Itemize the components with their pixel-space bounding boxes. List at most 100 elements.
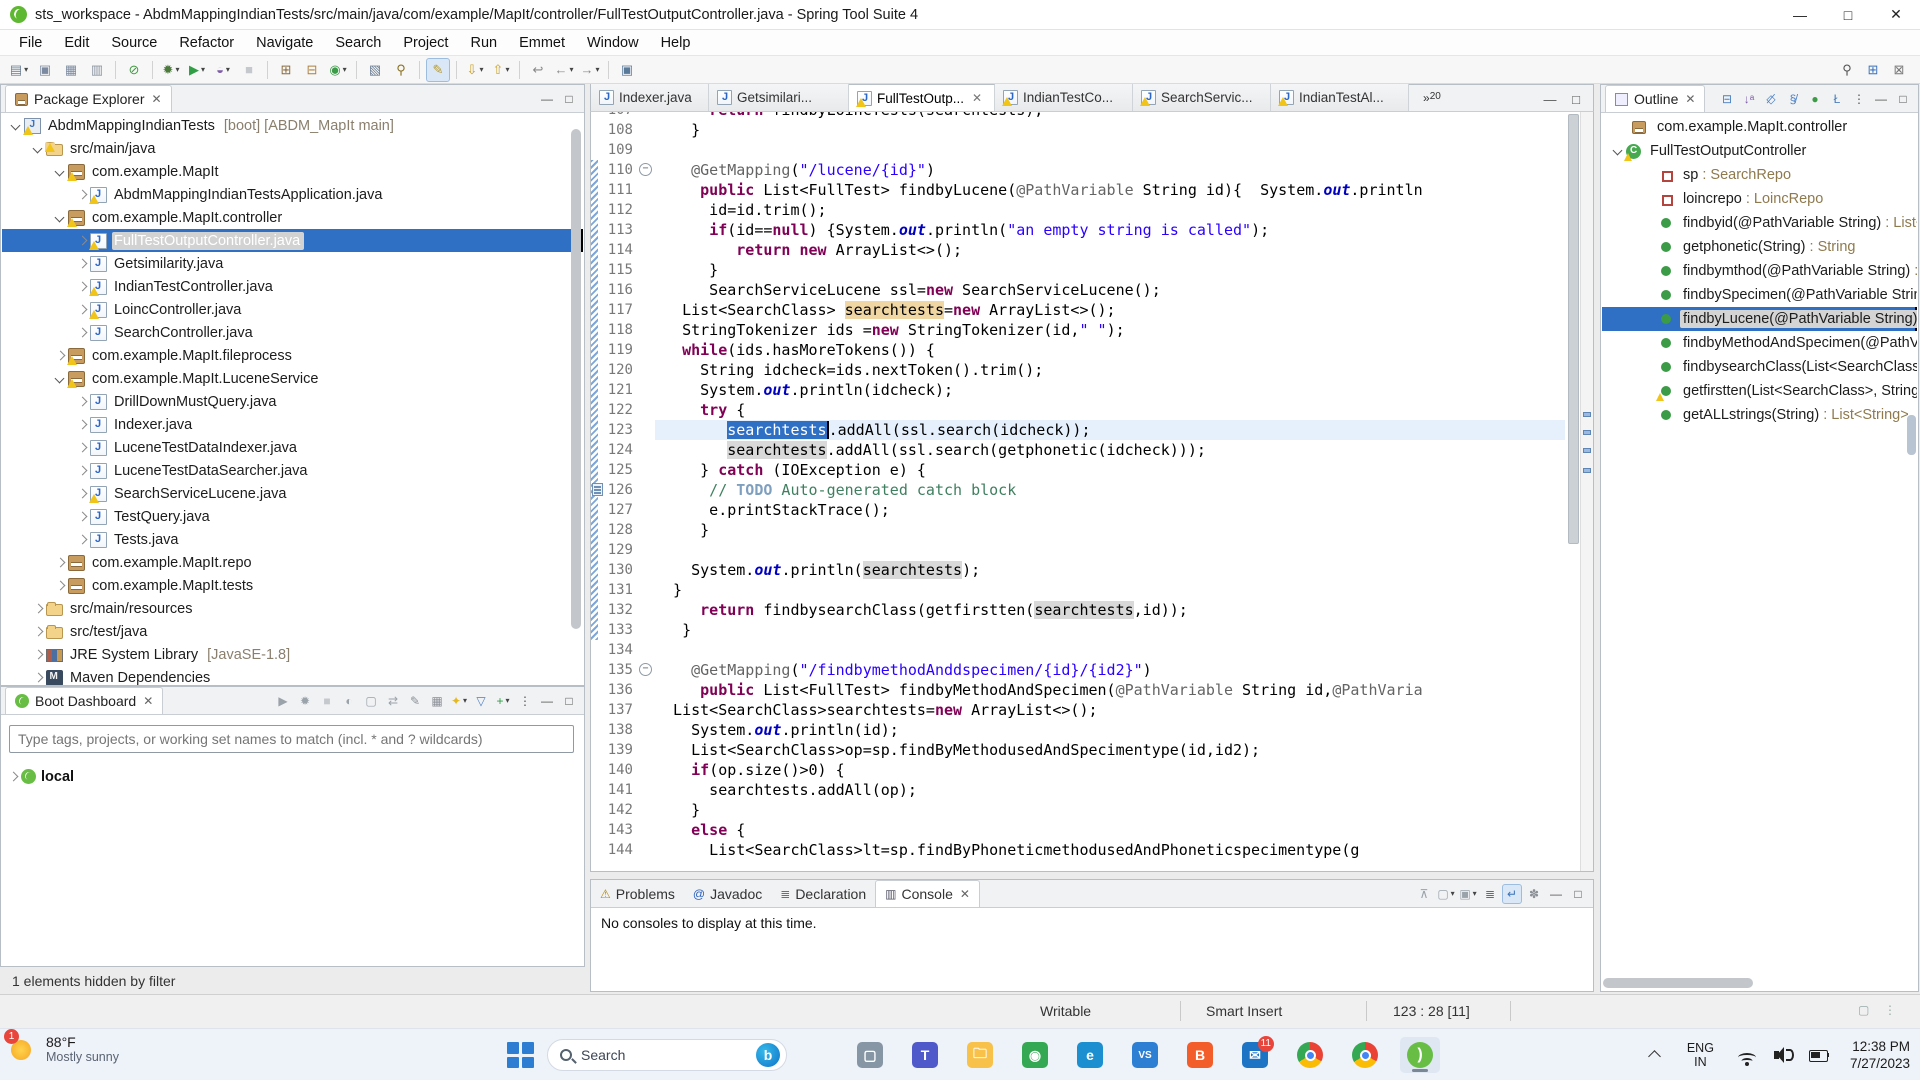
run-dd-icon[interactable]: ▶ ▾ [185, 58, 209, 82]
expander-icon[interactable] [30, 624, 46, 640]
status-bar-icon[interactable]: ⋮ [1884, 1003, 1896, 1017]
tree-item-tests-java[interactable]: Tests.java [2, 528, 583, 551]
outline-hscrollbar[interactable] [1603, 978, 1753, 988]
expander-icon[interactable] [30, 647, 46, 663]
menu-source[interactable]: Source [100, 33, 168, 53]
status-bar-icon[interactable]: ▢ [1858, 1003, 1869, 1017]
taskbar-app-brave[interactable]: B [1180, 1037, 1220, 1073]
outline-item-getfirstten[interactable]: getfirstten(List<SearchClass>, String) : [1602, 379, 1917, 403]
outline-tab[interactable]: Outline ✕ [1605, 85, 1706, 112]
pin-console-icon[interactable]: ⊼ [1414, 884, 1434, 904]
code-line-132[interactable]: 132 return findbysearchClass(getfirstten… [591, 600, 1565, 620]
collapse-all-icon[interactable]: ⊟ [1717, 89, 1737, 109]
stop-icon[interactable]: ■ [237, 58, 261, 82]
code-editor[interactable]: 107 return findbyLoincTests(searchtests)… [590, 112, 1594, 872]
prev-annotation-dd-icon[interactable]: ⇧ ▾ [489, 58, 513, 82]
menu-help[interactable]: Help [650, 33, 702, 53]
tree-item-lucenetestdataindexer-java[interactable]: LuceneTestDataIndexer.java [2, 436, 583, 459]
menu-refactor[interactable]: Refactor [168, 33, 245, 53]
battery-icon[interactable] [1808, 1044, 1830, 1066]
close-view-icon[interactable]: ✕ [143, 694, 153, 708]
code-line-107[interactable]: 107 return findbyLoincTests(searchtests)… [591, 112, 1565, 120]
new-package-icon[interactable]: ⊟ [300, 58, 324, 82]
volume-icon[interactable] [1772, 1044, 1794, 1066]
taskbar-app-photos[interactable]: ◉ [1015, 1037, 1055, 1073]
outline-item-fulltestoutputcontroller[interactable]: FullTestOutputController [1602, 139, 1917, 163]
open-perspective-icon[interactable]: ⊠ [1887, 58, 1911, 82]
close-view-icon[interactable]: ✕ [1685, 92, 1695, 106]
expander-icon[interactable] [74, 279, 90, 295]
close-button[interactable]: ✕ [1872, 0, 1920, 29]
expander-icon[interactable] [74, 256, 90, 272]
code-line-119[interactable]: 119 while(ids.hasMoreTokens()) { [591, 340, 1565, 360]
tree-item-src-main-resources[interactable]: src/main/resources [2, 597, 583, 620]
link-icon[interactable]: ⇄ [383, 691, 403, 711]
taskbar-app-file-explorer[interactable]: 🗀 [960, 1037, 1000, 1073]
editor-scrollbar[interactable] [1568, 114, 1579, 544]
outline-item-sp[interactable]: sp : SearchRepo [1602, 163, 1917, 187]
menu-emmet[interactable]: Emmet [508, 33, 576, 53]
menu-file[interactable]: File [8, 33, 53, 53]
scroll-lock-icon[interactable]: ≣ [1480, 884, 1500, 904]
stop-icon[interactable]: ■ [317, 691, 337, 711]
code-line-143[interactable]: 143 else { [591, 820, 1565, 840]
new-java-project-icon[interactable]: ⊞ [274, 58, 298, 82]
code-line-130[interactable]: 130 System.out.println(searchtests); [591, 560, 1565, 580]
tree-item-loinccontroller-java[interactable]: LoincController.java [2, 298, 583, 321]
tree-item-com-example-mapit-repo[interactable]: com.example.MapIt.repo [2, 551, 583, 574]
outline-item-findbymthod[interactable]: findbymthod(@PathVariable String) : Li [1602, 259, 1917, 283]
display-console-dd-icon[interactable]: ▢ ▾ [1436, 884, 1456, 904]
minimize-button[interactable]: — [1776, 0, 1824, 29]
save-icon[interactable]: ▣ [33, 58, 57, 82]
expander-icon[interactable] [8, 118, 24, 134]
tree-item-com-example-mapit-tests[interactable]: com.example.MapIt.tests [2, 574, 583, 597]
taskbar-app-vscode[interactable]: VS [1125, 1037, 1165, 1073]
outline-item-findbymethodandspecimen[interactable]: findbyMethodAndSpecimen(@PathVa [1602, 331, 1917, 355]
close-tab-icon[interactable]: ✕ [960, 887, 970, 901]
code-line-126[interactable]: 126 // TODO Auto-generated catch block [591, 480, 1565, 500]
menu-edit[interactable]: Edit [53, 33, 100, 53]
boot-dashboard-tab[interactable]: Boot Dashboard ✕ [5, 687, 164, 714]
code-line-139[interactable]: 139 List<SearchClass>op=sp.findByMethodu… [591, 740, 1565, 760]
open-console-dd-icon[interactable]: ▣ ▾ [1458, 884, 1478, 904]
code-line-109[interactable]: 109 [591, 140, 1565, 160]
code-line-136[interactable]: 136 public List<FullTest> findbyMethodAn… [591, 680, 1565, 700]
taskbar-app-mail[interactable]: ✉ 11 [1235, 1036, 1275, 1073]
code-line-122[interactable]: 122 try { [591, 400, 1565, 420]
code-line-141[interactable]: 141 searchtests.addAll(op); [591, 780, 1565, 800]
last-edit-location-icon[interactable]: ↩ [526, 58, 550, 82]
boot-dashboard-filter-input[interactable]: Type tags, projects, or working set name… [9, 725, 574, 753]
code-line-113[interactable]: 113 if(id==null) {System.out.println("an… [591, 220, 1565, 240]
pin-editor-icon[interactable]: ▣ [615, 58, 639, 82]
fold-collapse-icon[interactable] [637, 160, 655, 180]
expander-icon[interactable] [74, 463, 90, 479]
code-line-128[interactable]: 128 } [591, 520, 1565, 540]
outline-item-findbyspecimen[interactable]: findbySpecimen(@PathVariable String [1602, 283, 1917, 307]
expander-icon[interactable] [74, 302, 90, 318]
edit-config-icon[interactable]: ✎ [405, 691, 425, 711]
expander-icon[interactable] [52, 164, 68, 180]
maximize-icon[interactable]: □ [559, 691, 579, 711]
outline-vscrollbar[interactable] [1907, 415, 1916, 455]
back-dd-icon[interactable]: ← ▾ [552, 58, 576, 82]
tab-overflow-indicator[interactable]: » 20 [1423, 91, 1441, 111]
expander-icon[interactable] [74, 233, 90, 249]
taskbar-app-window-app[interactable]: ▢ [850, 1037, 890, 1073]
profile-dd-icon[interactable]: ◒ ▾ [211, 58, 235, 82]
save-all-icon[interactable]: ▦ [59, 58, 83, 82]
package-explorer-tab[interactable]: Package Explorer ✕ [5, 85, 172, 112]
code-line-138[interactable]: 138 System.out.println(id); [591, 720, 1565, 740]
expander-icon[interactable] [30, 141, 46, 157]
filter-icon[interactable]: ▽ [471, 691, 491, 711]
code-line-137[interactable]: 137 List<SearchClass>searchtests=new Arr… [591, 700, 1565, 720]
guides-icon[interactable]: ✦ ▾ [449, 691, 469, 711]
occurrence-mark[interactable] [1583, 430, 1591, 435]
minimize-view-icon[interactable]: — [537, 89, 557, 109]
hide-local-types-icon[interactable]: Ł [1827, 89, 1847, 109]
menu-search[interactable]: Search [324, 33, 392, 53]
code-line-118[interactable]: 118 StringTokenizer ids =new StringToken… [591, 320, 1565, 340]
tree-item-getsimilarity-java[interactable]: Getsimilarity.java [2, 252, 583, 275]
tray-chevron-icon[interactable] [1649, 1049, 1661, 1061]
forward-dd-icon[interactable]: → ▾ [578, 58, 602, 82]
code-line-140[interactable]: 140 if(op.size()>0) { [591, 760, 1565, 780]
